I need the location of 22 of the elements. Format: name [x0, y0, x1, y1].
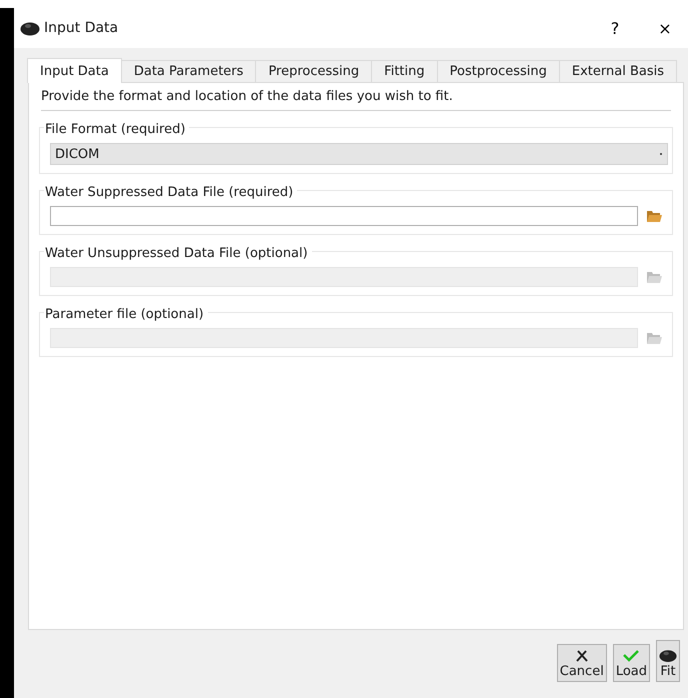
check-icon: [623, 650, 640, 662]
help-button[interactable]: ?: [592, 8, 638, 48]
cancel-button[interactable]: Cancel: [556, 644, 607, 682]
window-title: Input Data: [44, 20, 120, 36]
load-button[interactable]: Load: [612, 644, 650, 682]
group-title: File Format (required): [44, 122, 190, 137]
folder-icon[interactable]: [646, 270, 662, 284]
folder-icon[interactable]: [646, 209, 662, 223]
group-title: Parameter file (optional): [44, 307, 208, 322]
close-button[interactable]: ×: [642, 8, 688, 48]
fit-button[interactable]: Fit: [656, 640, 680, 682]
folder-icon[interactable]: [646, 331, 662, 345]
group-title: Water Unsuppressed Data File (optional): [44, 246, 312, 261]
app-icon: [20, 20, 40, 36]
tab[interactable]: Input Data: [27, 58, 122, 83]
tab[interactable]: External Basis: [558, 60, 678, 82]
cross-icon: [576, 650, 588, 662]
description: Provide the format and location of the data files you wish to fit.: [41, 89, 671, 111]
file-path-field[interactable]: [50, 206, 638, 226]
hat-icon: [659, 648, 677, 662]
group-title: Water Suppressed Data File (required): [44, 185, 298, 200]
format-dropdown[interactable]: DICOM: [50, 143, 668, 165]
